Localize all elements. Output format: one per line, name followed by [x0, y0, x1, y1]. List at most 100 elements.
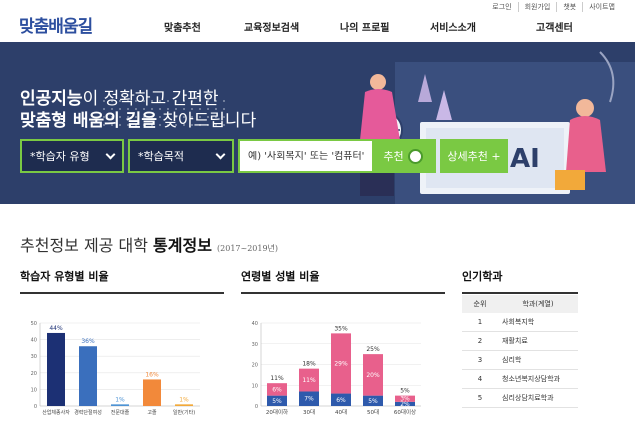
section-period: (2017~2019년)	[217, 244, 279, 253]
bar	[111, 404, 129, 406]
hero-headline-2-bold: 맞춤형 배움의 길을	[20, 111, 157, 131]
rank-cell: 1	[477, 318, 483, 326]
total-label: 18%	[302, 361, 316, 368]
major-cell: 사회복지학	[502, 318, 535, 326]
title-divider	[241, 292, 445, 294]
y-tick-label: 0	[255, 404, 258, 410]
x-tick-label: 경력단절여성	[74, 409, 102, 416]
data-label: 11%	[302, 377, 316, 384]
major-cell: 청소년복지상담학과	[502, 375, 560, 383]
y-tick-label: 0	[34, 404, 37, 410]
bar	[79, 346, 97, 406]
major-cell: 심리상담치료학과	[502, 394, 554, 402]
learning-purpose-select[interactable]: *학습목적	[128, 139, 234, 173]
data-label: 1%	[179, 396, 189, 403]
data-label: 29%	[334, 360, 348, 367]
title-divider	[20, 292, 224, 294]
login-link[interactable]: 로그인	[492, 2, 511, 12]
learner-type-select-label: *학습자 유형	[30, 150, 90, 163]
data-label: 6%	[272, 386, 282, 393]
data-label: 5%	[272, 398, 282, 405]
x-tick-label: 전문대졸	[111, 409, 130, 416]
main-nav: 맞춤추천 교육정보검색 나의 프로필 서비스소개 고객센터	[0, 19, 635, 34]
section-title-light: 추천정보 제공 대학	[20, 236, 154, 255]
recommend-icon	[407, 148, 423, 164]
x-tick-label: 30대	[303, 408, 315, 416]
keyword-search-box: 추천	[238, 139, 436, 173]
recommend-button[interactable]: 추천	[372, 141, 434, 171]
chatbot-link[interactable]: 챗봇	[556, 2, 576, 12]
sitemap-link[interactable]: 사이트맵	[582, 2, 615, 12]
learner-type-title: 학습자 유형별 비율	[20, 270, 109, 283]
nav-edu-search[interactable]: 교육정보검색	[244, 19, 299, 34]
total-label: 35%	[334, 325, 348, 332]
y-tick-label: 10	[31, 387, 37, 393]
rank-cell: 3	[477, 356, 483, 364]
rank-cell: 4	[477, 375, 483, 383]
table-row[interactable]: 1 사회복지학	[462, 313, 578, 332]
total-label: 5%	[400, 388, 410, 395]
x-tick-label: 20대이하	[266, 408, 288, 416]
table-row[interactable]: 3 심리학	[462, 351, 578, 370]
data-label: 20%	[366, 372, 380, 379]
learning-purpose-select-label: *학습목적	[138, 150, 184, 163]
y-tick-label: 30	[252, 342, 258, 348]
detail-recommend-button[interactable]: 상세추천 +	[440, 139, 508, 173]
y-tick-label: 40	[31, 338, 37, 344]
y-tick-label: 40	[252, 321, 258, 327]
table-header: 순위 학과(계열)	[462, 295, 578, 313]
section-title-bold: 통계정보	[153, 236, 212, 255]
major-cell: 재활치료	[502, 337, 528, 345]
section-title: 추천정보 제공 대학 통계정보 (2017~2019년)	[20, 232, 278, 256]
rank-cell: 2	[477, 337, 483, 345]
hero-headline-2: 맞춤형 배움의 길을 찾아드립니다	[20, 106, 256, 131]
data-label: 16%	[145, 371, 159, 378]
learner-type-chart: 0 10 20 30 40 50 44% 산업체종사자 36% 경력단절여성 1% 전문대졸 16% 고졸…	[31, 321, 200, 416]
chevron-down-icon	[105, 149, 116, 159]
signup-link[interactable]: 회원가입	[517, 2, 550, 12]
total-label: 11%	[270, 375, 284, 382]
x-tick-label: 산업체종사자	[42, 409, 70, 416]
nav-service-intro[interactable]: 서비스소개	[430, 19, 476, 34]
y-tick-label: 20	[252, 363, 258, 369]
y-tick-label: 50	[31, 321, 37, 327]
rank-cell: 5	[477, 394, 483, 402]
chevron-down-icon	[215, 149, 226, 159]
data-label: 3%	[400, 396, 410, 403]
y-tick-label: 20	[31, 371, 37, 377]
x-tick-label: 60대이상	[394, 408, 416, 416]
bar	[143, 379, 161, 406]
learner-type-select[interactable]: *학습자 유형	[20, 139, 124, 173]
x-tick-label: 고졸	[147, 410, 157, 416]
popular-major-title: 인기학과	[462, 270, 503, 283]
utility-menu: 로그인 회원가입 챗봇 사이트맵	[492, 2, 615, 12]
x-tick-label: 일반(기타)	[173, 409, 195, 416]
total-label: 25%	[366, 346, 380, 353]
age-gender-title: 연령별 성별 비율	[241, 270, 320, 283]
table-row[interactable]: 5 심리상담치료학과	[462, 389, 578, 408]
y-tick-label: 10	[252, 383, 258, 389]
bar	[175, 404, 193, 406]
table-row[interactable]: 2 재활치료	[462, 332, 578, 351]
title-divider	[462, 292, 578, 294]
hero-headline-2-rest: 찾아드립니다	[156, 111, 257, 131]
nav-recommend[interactable]: 맞춤추천	[164, 19, 201, 34]
table-row[interactable]: 4 청소년복지상담학과	[462, 370, 578, 389]
recommend-button-label: 추천	[383, 150, 404, 163]
data-label: 7%	[304, 396, 314, 403]
data-label: 6%	[336, 397, 346, 404]
x-tick-label: 50대	[367, 408, 379, 416]
x-tick-label: 40대	[335, 408, 347, 416]
site-header: 맞춤배움길 로그인 회원가입 챗봇 사이트맵 맞춤추천 교육정보검색 나의 프로…	[0, 0, 635, 42]
nav-customer-center[interactable]: 고객센터	[536, 19, 573, 34]
major-header: 학과(계열)	[522, 300, 554, 308]
data-label: 1%	[115, 396, 125, 403]
rank-header: 순위	[473, 300, 487, 308]
svg-text:AI: AI	[510, 144, 540, 174]
age-gender-chart: 0 10 20 30 40 5% 6% 11% 20대이하 7% 11% 18% 30대 6% 29% 35%…	[252, 321, 421, 416]
nav-profile[interactable]: 나의 프로필	[340, 19, 389, 34]
keyword-search-input[interactable]	[248, 150, 378, 162]
hero-banner: AI 인공지능이 정확하고 간편한 맞춤형 배움의 길을 찾아드립니다 *학습자…	[0, 42, 635, 204]
bar	[47, 332, 65, 406]
popular-major-table: 순위 학과(계열) 1 사회복지학 2 재활치료 3 심리학 4 청소년복지상담…	[462, 295, 578, 408]
